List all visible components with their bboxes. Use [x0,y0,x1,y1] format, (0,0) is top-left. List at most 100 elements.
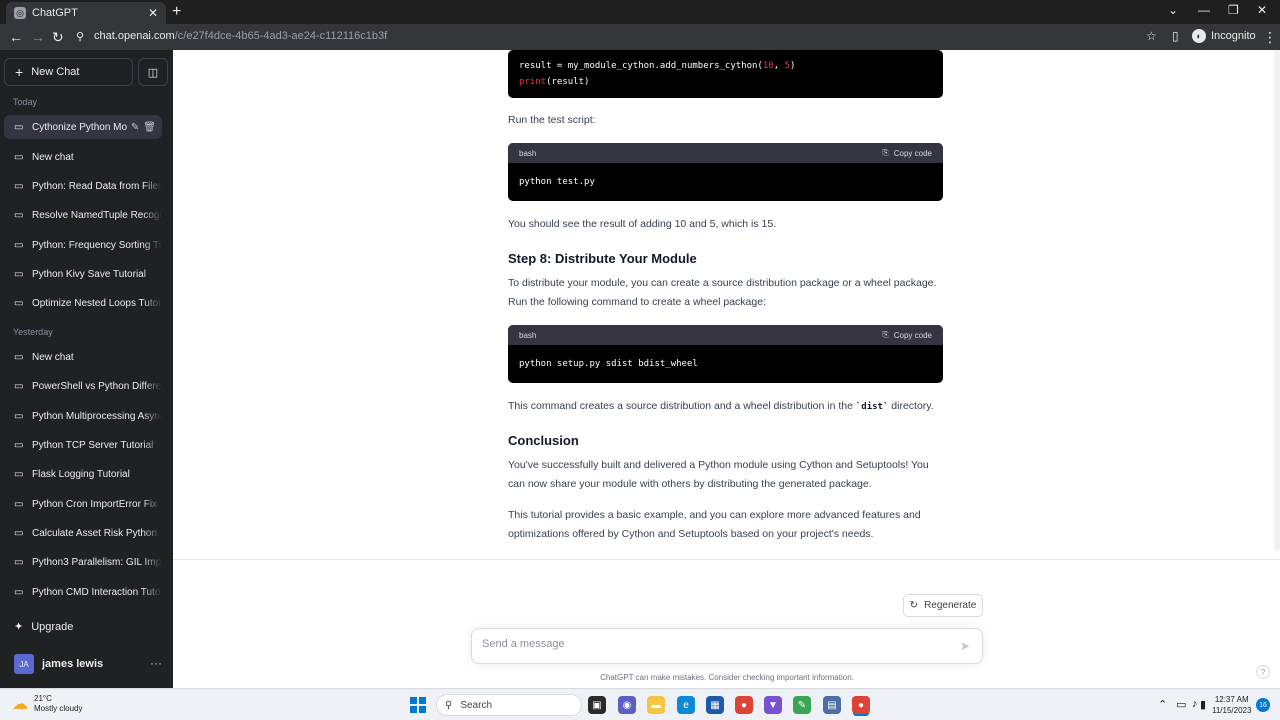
edge-browser-icon[interactable]: e [677,696,695,714]
regenerate-label: Regenerate [924,600,977,611]
inline-code: `dist` [855,402,889,412]
file-explorer-icon[interactable]: ▬ [647,696,665,714]
vpn-app-icon[interactable]: ▼ [764,696,782,714]
code-header: bash ⎘ Copy code [508,143,943,163]
bookmark-star-icon[interactable]: ☆ [1146,29,1157,43]
tab-search-icon[interactable]: ⌄ [1168,3,1178,17]
chat-bubble-icon: ▭ [14,556,24,568]
browser-menu-icon[interactable]: ⋮ [1263,29,1277,46]
sidebar-chat-item[interactable]: ▭ Python3 Parallelism: GIL Impact [4,550,162,574]
incognito-indicator[interactable]: ◐ Incognito [1192,29,1256,43]
sidebar-chat-item[interactable]: ▭ Flask Logging Tutorial [4,462,162,486]
sidebar-chat-item[interactable]: ▭ New chat [4,145,162,169]
new-tab-icon[interactable]: + [172,3,181,21]
chat-app-icon[interactable]: ◉ [618,696,636,714]
sidebar-chat-item[interactable]: ▭ New chat [4,345,162,369]
network-icon[interactable]: ▭ [1176,698,1186,711]
sidebar-chat-item[interactable]: ▭ Python: Frequency Sorting Tu [4,233,162,257]
upgrade-label: Upgrade [31,620,74,633]
search-icon: ⚲ [445,699,453,711]
editor-app-icon[interactable]: ✎ [793,696,811,714]
code-content[interactable]: python test.py [508,163,943,187]
regenerate-button[interactable]: ↻ Regenerate [903,594,983,617]
sidebar-chat-item[interactable]: ▭ Resolve NamedTuple Recognition [4,203,162,227]
browser-tab[interactable]: ◎ ChatGPT ✕ [6,2,166,24]
chat-bubble-icon: ▭ [14,468,24,480]
user-profile[interactable]: JA james lewis [14,654,103,674]
chat-item-label: Python: Read Data from Files [32,180,162,192]
paragraph: Run the test script: [508,114,596,126]
windows-start-icon[interactable] [410,697,426,713]
code-block-build-wheel: bash ⎘ Copy code python setup.py sdist b… [508,325,943,383]
code-text: result = my_module_cython.add_numbers_cy… [519,61,763,71]
maximize-icon[interactable]: ❐ [1228,3,1239,17]
chat-item-label: Cythonize Python Mo [32,121,127,133]
chat-item-label: Python Cron ImportError Fix [32,498,158,510]
chat-bubble-icon: ▭ [14,586,24,598]
code-content[interactable]: result = my_module_cython.add_numbers_cy… [508,50,943,90]
clipboard-icon: ⎘ [882,148,889,157]
tray-chevron-icon[interactable]: ⌃ [1158,698,1167,711]
sidebar-chat-item[interactable]: ▭ Python Multiprocessing Async [4,404,162,428]
chrome-icon[interactable]: ● [735,696,753,714]
battery-icon[interactable]: ▮ [1200,698,1206,711]
site-info-icon[interactable]: ⚲ [76,30,84,43]
copy-code-label: Copy code [893,148,932,158]
chat-item-label: Optimize Nested Loops Tutorial [32,297,162,309]
store-icon[interactable]: ▦ [706,696,724,714]
code-header: bash ⎘ Copy code [508,325,943,345]
chat-item-label: Python Multiprocessing Async [32,410,162,422]
back-icon[interactable]: ← [9,29,23,45]
upgrade-button[interactable]: ✦ Upgrade [14,620,74,634]
volume-icon[interactable]: ♪ [1192,698,1198,710]
sidebar-chat-item[interactable]: ▭ Python Kivy Save Tutorial [4,262,162,286]
delete-icon[interactable]: 🗑 [143,122,156,133]
sidebar-chat-item[interactable]: ▭ Python: Read Data from Files [4,174,162,198]
disclaimer: ChatGPT can make mistakes. Consider chec… [600,673,854,682]
tab-close-icon[interactable]: ✕ [148,6,158,20]
send-icon[interactable]: ➤ [960,639,970,653]
sidebar-chat-item[interactable]: ▭ Cythonize Python Mo ✎ 🗑 [4,115,162,139]
help-button[interactable]: ? [1256,665,1270,679]
code-function: print [519,77,547,87]
chat-item-label: Python TCP Server Tutorial [32,439,154,451]
sidebar-chat-item[interactable]: ▭ Python Cron ImportError Fix [4,492,162,516]
taskbar-search[interactable]: ⚲ Search [436,694,582,716]
sidebar-chat-item[interactable]: ▭ PowerShell vs Python Differences [4,374,162,398]
weather-condition: Mostly cloudy [34,704,83,713]
chat-bubble-icon: ▭ [14,151,24,163]
reload-icon[interactable]: ↻ [52,29,64,46]
close-sidebar-button[interactable]: ◫ [138,58,168,86]
close-window-icon[interactable]: ✕ [1257,3,1267,17]
weather-widget[interactable]: ☁ 21°C Mostly cloudy [12,694,82,714]
code-content[interactable]: python setup.py sdist bdist_wheel [508,345,943,369]
sidebar-chat-item[interactable]: ▭ Python TCP Server Tutorial [4,433,162,457]
copy-code-button[interactable]: ⎘ Copy code [882,148,932,158]
sidebar-chat-item[interactable]: ▭ Calculate Asset Risk Python [4,521,162,545]
incognito-label: Incognito [1211,30,1256,42]
weather-sun-cloud-icon: ☁ [12,696,28,713]
side-panel-icon[interactable]: ▯ [1172,29,1179,43]
chat-item-label: Calculate Asset Risk Python [32,527,158,539]
code-language: bash [519,330,537,340]
new-chat-button[interactable]: + New Chat [4,58,133,86]
scrollbar[interactable] [1274,50,1280,550]
sidebar-chat-item[interactable]: ▭ Optimize Nested Loops Tutorial [4,291,162,315]
task-view-icon[interactable]: ▣ [588,696,606,714]
more-options-icon[interactable]: ··· [150,656,162,670]
url-path: /c/e27f4dce-4b65-4ad3-ae24-c112116c1b3f [174,30,388,42]
forward-icon[interactable]: → [31,29,45,45]
system-clock[interactable]: 12:37 AM 11/15/2023 [1212,694,1251,716]
sidebar-chat-item[interactable]: ▭ Python CMD Interaction Tutorial [4,580,162,604]
chrome-incognito-icon[interactable]: ● [852,696,870,714]
edit-icon[interactable]: ✎ [131,122,139,133]
remote-desktop-icon[interactable]: ▤ [823,696,841,714]
chat-bubble-icon: ▭ [14,268,24,280]
notification-badge[interactable]: 16 [1256,698,1270,712]
section-heading: Conclusion [508,433,579,448]
message-input[interactable] [482,638,942,650]
refresh-icon: ↻ [909,600,919,611]
copy-code-button[interactable]: ⎘ Copy code [882,330,932,340]
minimize-icon[interactable]: — [1198,3,1210,17]
url-field[interactable]: chat.openai.com/c/e27f4dce-4b65-4ad3-ae2… [94,30,387,42]
